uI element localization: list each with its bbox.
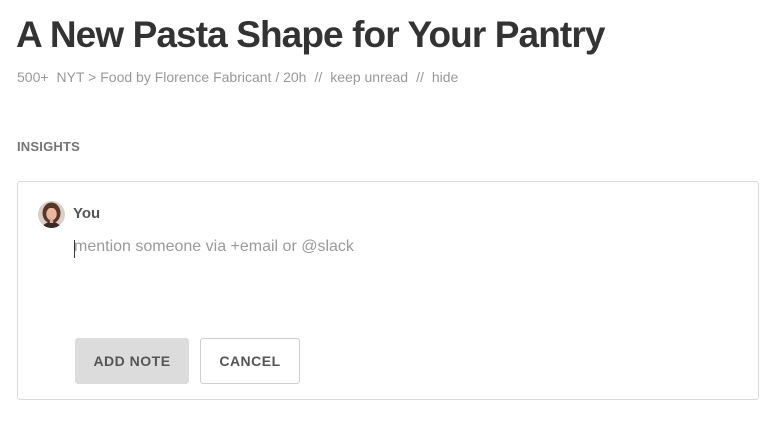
user-avatar — [38, 201, 65, 228]
note-card: You ADD NOTE CANCEL — [17, 181, 759, 400]
cancel-button[interactable]: CANCEL — [200, 338, 300, 384]
source-link[interactable]: NYT > Food by Florence Fabricant / 20h — [57, 68, 307, 86]
keep-unread-link[interactable]: keep unread — [330, 68, 408, 86]
note-input[interactable] — [74, 237, 734, 321]
read-count: 500+ — [17, 69, 49, 85]
add-note-button[interactable]: ADD NOTE — [75, 338, 189, 384]
meta-separator: // — [416, 69, 424, 85]
article-meta: 500+ NYT > Food by Florence Fabricant / 2… — [17, 68, 458, 86]
meta-separator: // — [314, 69, 323, 85]
hide-link[interactable]: hide — [432, 68, 458, 86]
text-caret — [74, 240, 75, 258]
article-title: A New Pasta Shape for Your Pantry — [16, 14, 605, 55]
article-page: A New Pasta Shape for Your Pantry 500+ NY… — [0, 0, 778, 425]
insights-heading: INSIGHTS — [17, 139, 80, 154]
user-name: You — [73, 205, 101, 222]
user-avatar-icon — [38, 201, 65, 228]
